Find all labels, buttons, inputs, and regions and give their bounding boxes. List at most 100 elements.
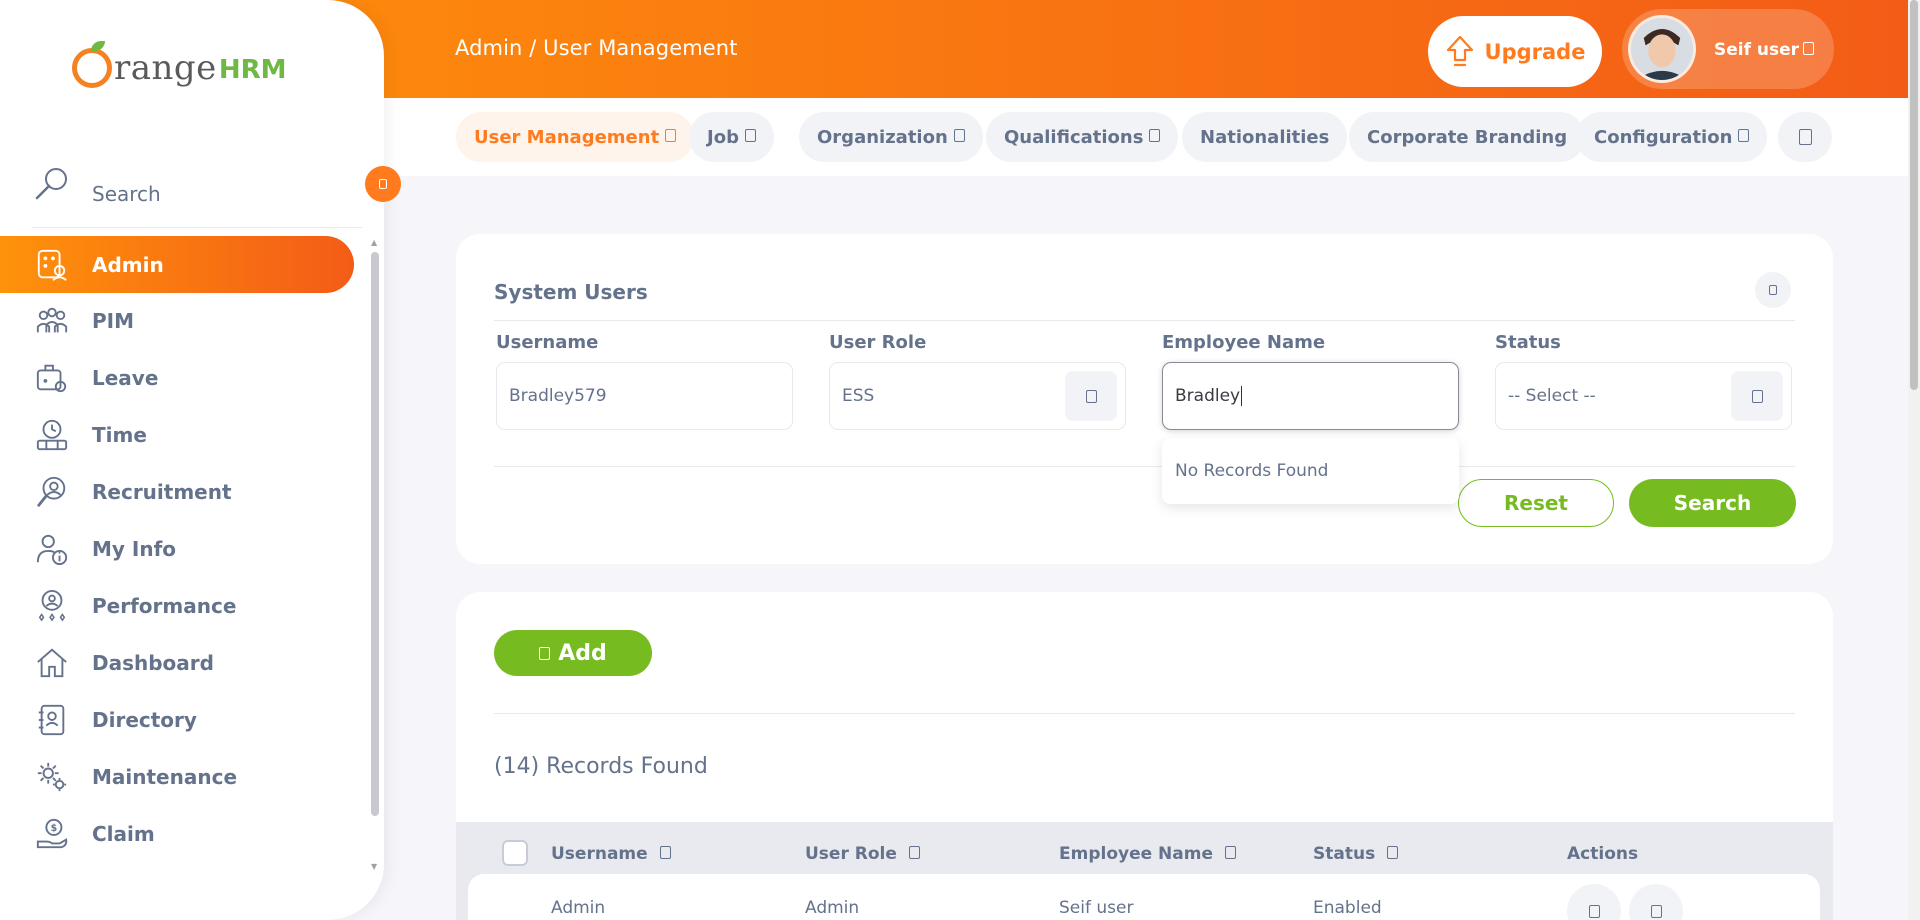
- sidebar-item-label: Dashboard: [92, 650, 214, 675]
- maintenance-icon: [34, 759, 70, 795]
- pencil-icon: [1650, 904, 1662, 918]
- table-row[interactable]: Admin Admin Seif user Enabled: [468, 874, 1820, 920]
- column-header-actions: Actions: [1567, 844, 1639, 864]
- search-icon: [35, 168, 67, 200]
- sort-icon[interactable]: [1387, 846, 1399, 862]
- dropdown-toggle-button[interactable]: [1065, 371, 1117, 421]
- sidebar-item-recruitment[interactable]: Recruitment: [0, 463, 354, 520]
- records-found-count: (14) Records Found: [494, 754, 708, 779]
- claim-icon: $: [34, 816, 70, 852]
- pim-icon: [34, 303, 70, 339]
- sidebar-item-label: Time: [92, 422, 147, 447]
- system-users-filter-card: System Users Username Bradley579 User Ro…: [456, 234, 1833, 564]
- tab-job[interactable]: Job: [689, 112, 774, 162]
- edit-button[interactable]: [1629, 884, 1683, 920]
- tab-nationalities[interactable]: Nationalities: [1182, 112, 1348, 162]
- tab-user-management[interactable]: User Management: [456, 112, 695, 162]
- avatar: [1628, 15, 1696, 83]
- tab-qualifications[interactable]: Qualifications: [986, 112, 1179, 162]
- sidebar-item-label: PIM: [92, 308, 135, 333]
- sidebar-item-label: Directory: [92, 707, 197, 732]
- sidebar-item-performance[interactable]: Performance: [0, 577, 354, 634]
- username-input[interactable]: Bradley579: [496, 362, 793, 430]
- chevron-down-icon: [1085, 389, 1097, 403]
- time-icon: [34, 417, 70, 453]
- sidebar-search-placeholder: Search: [92, 181, 161, 206]
- tab-configuration[interactable]: Configuration: [1576, 112, 1768, 162]
- divider: [494, 713, 1795, 714]
- logo-wordmark-suffix: HRM: [218, 55, 287, 85]
- sort-icon[interactable]: [1225, 846, 1237, 862]
- sidebar-collapse-button[interactable]: [365, 166, 401, 202]
- add-user-button[interactable]: Add: [494, 630, 652, 676]
- reset-button[interactable]: Reset: [1458, 479, 1614, 527]
- leave-icon: [34, 360, 70, 396]
- delete-button[interactable]: [1567, 884, 1621, 920]
- directory-icon: [34, 702, 70, 738]
- column-header-employee-name[interactable]: Employee Name: [1059, 844, 1237, 864]
- user-dropdown[interactable]: Seif user: [1622, 9, 1834, 89]
- column-header-username[interactable]: Username: [551, 844, 671, 864]
- sidebar-item-label: Admin: [92, 252, 164, 277]
- chevron-down-icon: [953, 129, 965, 145]
- scroll-up-arrow[interactable]: ▲: [371, 238, 377, 247]
- status-label: Status: [1495, 332, 1561, 353]
- cell-user-role: Admin: [805, 898, 860, 918]
- sidebar-search[interactable]: Search: [32, 160, 362, 228]
- select-all-checkbox[interactable]: [502, 840, 528, 866]
- user-role-select[interactable]: ESS: [829, 362, 1126, 430]
- chevron-down-icon: [1149, 129, 1161, 145]
- plus-icon: [539, 646, 551, 660]
- chevron-down-icon: [665, 129, 677, 145]
- autocomplete-dropdown[interactable]: No Records Found: [1162, 438, 1459, 504]
- my-info-icon: [34, 531, 70, 567]
- sort-icon[interactable]: [659, 846, 671, 862]
- sidebar-item-dashboard[interactable]: Dashboard: [0, 634, 354, 691]
- scroll-down-arrow[interactable]: ▼: [371, 862, 377, 871]
- status-select[interactable]: -- Select --: [1495, 362, 1792, 430]
- performance-icon: [34, 588, 70, 624]
- chevron-down-icon: [1803, 42, 1815, 58]
- sidebar-scrollbar[interactable]: [371, 252, 379, 816]
- sort-icon[interactable]: [908, 846, 920, 862]
- username-label: Username: [496, 332, 599, 353]
- sidebar-item-leave[interactable]: Leave: [0, 349, 354, 406]
- help-button[interactable]: [1778, 112, 1832, 162]
- sidebar-item-claim[interactable]: $ Claim: [0, 805, 354, 862]
- sidebar: range HRM Search Admin PIM Leave Time Re…: [0, 0, 384, 920]
- upgrade-button[interactable]: Upgrade: [1428, 16, 1602, 87]
- tab-organization[interactable]: Organization: [799, 112, 983, 162]
- sidebar-item-label: Maintenance: [92, 764, 238, 789]
- sidebar-item-time[interactable]: Time: [0, 406, 354, 463]
- column-header-status[interactable]: Status: [1313, 844, 1399, 864]
- sidebar-item-label: Performance: [92, 593, 237, 618]
- column-header-user-role[interactable]: User Role: [805, 844, 920, 864]
- admin-icon: [34, 247, 70, 283]
- employee-name-label: Employee Name: [1162, 332, 1326, 353]
- logo-orange-icon: [72, 41, 112, 88]
- search-button[interactable]: Search: [1629, 479, 1796, 527]
- chevron-down-icon: [1751, 389, 1763, 403]
- breadcrumb: Admin / User Management: [455, 36, 738, 60]
- chevron-down-icon: [1738, 129, 1750, 145]
- cell-employee-name: Seif user: [1059, 898, 1134, 918]
- sidebar-item-pim[interactable]: PIM: [0, 292, 354, 349]
- dropdown-toggle-button[interactable]: [1731, 371, 1783, 421]
- admin-subnav: User Management Job Organization Qualifi…: [384, 98, 1908, 176]
- user-role-label: User Role: [829, 332, 927, 353]
- chevron-left-icon: [379, 179, 387, 189]
- sidebar-item-directory[interactable]: Directory: [0, 691, 354, 748]
- page-scrollbar[interactable]: [1910, 0, 1918, 390]
- question-icon: [1798, 129, 1812, 145]
- svg-text:$: $: [51, 823, 58, 834]
- sidebar-item-admin[interactable]: Admin: [0, 236, 354, 293]
- orangehrm-logo[interactable]: range HRM: [72, 41, 287, 88]
- sidebar-item-maintenance[interactable]: Maintenance: [0, 748, 354, 805]
- collapse-filter-button[interactable]: [1755, 272, 1791, 308]
- employee-name-input[interactable]: Bradley: [1162, 362, 1459, 430]
- recruitment-icon: [34, 474, 70, 510]
- chevron-down-icon: [744, 129, 756, 145]
- sidebar-item-my-info[interactable]: My Info: [0, 520, 354, 577]
- tab-corporate-branding[interactable]: Corporate Branding: [1349, 112, 1586, 162]
- logo-wordmark: range: [114, 48, 217, 88]
